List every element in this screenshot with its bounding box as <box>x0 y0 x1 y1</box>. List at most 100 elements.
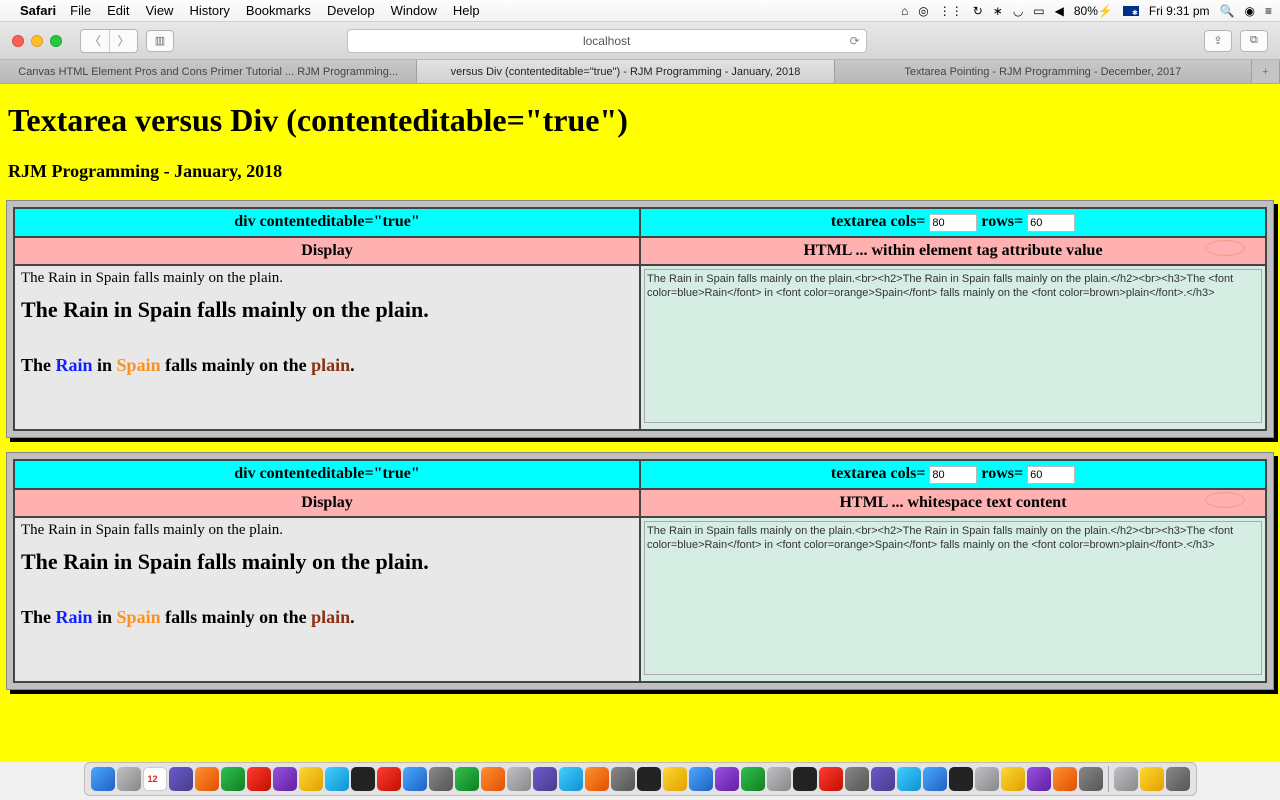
browser-tab[interactable]: Textarea Pointing - RJM Programming - De… <box>835 60 1252 83</box>
dock-app-icon[interactable] <box>559 767 583 791</box>
tabs-button[interactable]: ⧉ <box>1240 30 1268 52</box>
menu-edit[interactable]: Edit <box>107 3 129 18</box>
rows-input[interactable] <box>1027 214 1075 232</box>
dock-app-icon[interactable] <box>975 767 999 791</box>
menu-history[interactable]: History <box>189 3 229 18</box>
bluetooth-icon[interactable]: ∗ <box>993 4 1003 18</box>
dock-app-icon[interactable] <box>923 767 947 791</box>
dock-app-icon[interactable] <box>429 767 453 791</box>
new-tab-button[interactable]: + <box>1252 60 1280 83</box>
dock-app-icon[interactable] <box>1001 767 1025 791</box>
dock-safari-icon[interactable] <box>325 767 349 791</box>
sub-header-right: HTML ... within element tag attribute va… <box>640 237 1266 265</box>
minimize-window-button[interactable] <box>31 35 43 47</box>
contenteditable-div[interactable]: The Rain in Spain falls mainly on the pl… <box>14 517 640 682</box>
html-textarea-bottom[interactable] <box>644 521 1262 675</box>
dock-trash-icon[interactable] <box>1166 767 1190 791</box>
timemachine-icon[interactable]: ↻ <box>973 4 983 18</box>
dock-chrome-icon[interactable] <box>403 767 427 791</box>
col-header-left: div contenteditable="true" <box>14 460 640 489</box>
dock-terminal-icon[interactable] <box>351 767 375 791</box>
dock-app-icon[interactable] <box>637 767 661 791</box>
dock-app-icon[interactable] <box>819 767 843 791</box>
clock[interactable]: Fri 9:31 pm <box>1149 4 1210 18</box>
dock-vlc-icon[interactable] <box>481 767 505 791</box>
browser-tab[interactable]: Canvas HTML Element Pros and Cons Primer… <box>0 60 417 83</box>
sub-header-right: HTML ... whitespace text content <box>640 489 1266 517</box>
browser-tab[interactable]: versus Div (contenteditable="true") - RJ… <box>417 60 834 83</box>
menu-file[interactable]: File <box>70 3 91 18</box>
menu-view[interactable]: View <box>146 3 174 18</box>
menu-window[interactable]: Window <box>391 3 437 18</box>
battery-status[interactable]: 80% ⚡ <box>1074 4 1113 18</box>
nav-buttons: 〈 〉 <box>80 29 138 53</box>
dock-downloads-icon[interactable] <box>1114 767 1138 791</box>
dock-app-icon[interactable] <box>1053 767 1077 791</box>
dock-app-icon[interactable] <box>1079 767 1103 791</box>
dock-app-icon[interactable] <box>1140 767 1164 791</box>
contenteditable-div[interactable]: The Rain in Spain falls mainly on the pl… <box>14 265 640 430</box>
dock-app-icon[interactable] <box>871 767 895 791</box>
wifi-icon[interactable]: ◡ <box>1013 4 1023 18</box>
url-text: localhost <box>583 34 630 48</box>
dock-github-icon[interactable] <box>949 767 973 791</box>
dock-firefox-icon[interactable] <box>585 767 609 791</box>
dock-app-icon[interactable] <box>689 767 713 791</box>
dock-app-icon[interactable] <box>299 767 323 791</box>
dock-app-icon[interactable] <box>715 767 739 791</box>
notifications-icon[interactable]: ≡ <box>1265 4 1272 18</box>
menu-develop[interactable]: Develop <box>327 3 375 18</box>
siri-icon[interactable]: ◉ <box>1245 4 1255 18</box>
rows-input[interactable] <box>1027 466 1075 484</box>
close-window-button[interactable] <box>12 35 24 47</box>
dock-app-icon[interactable] <box>533 767 557 791</box>
menu-help[interactable]: Help <box>453 3 480 18</box>
cols-input[interactable] <box>929 466 977 484</box>
html-textarea-top[interactable] <box>644 269 1262 423</box>
dock-app-icon[interactable] <box>455 767 479 791</box>
dock-app-icon[interactable] <box>845 767 869 791</box>
app-name[interactable]: Safari <box>20 3 56 18</box>
fullscreen-window-button[interactable] <box>50 35 62 47</box>
dock-app-icon[interactable] <box>221 767 245 791</box>
dock-calendar-icon[interactable] <box>143 767 167 791</box>
dock-filezilla-icon[interactable] <box>377 767 401 791</box>
reload-icon[interactable]: ⟳ <box>850 34 860 48</box>
dock-finder-icon[interactable] <box>91 767 115 791</box>
dock-app-icon[interactable] <box>117 767 141 791</box>
flag-icon[interactable] <box>1123 6 1139 16</box>
dock-itunes-icon[interactable] <box>273 767 297 791</box>
dock-app-icon[interactable] <box>793 767 817 791</box>
macos-menubar: Safari File Edit View History Bookmarks … <box>0 0 1280 22</box>
display-line-1: The Rain in Spain falls mainly on the pl… <box>21 522 633 539</box>
dock-app-icon[interactable] <box>247 767 271 791</box>
dock-app-icon[interactable] <box>507 767 531 791</box>
display-icon[interactable]: ▭ <box>1033 4 1044 18</box>
col-header-right: textarea cols= rows= <box>640 208 1266 237</box>
dock-app-icon[interactable] <box>1027 767 1051 791</box>
forward-button[interactable]: 〉 <box>109 30 137 52</box>
address-bar[interactable]: localhost ⟳ <box>347 29 867 53</box>
spotlight-icon[interactable]: 🔍 <box>1220 4 1235 18</box>
dock-app-icon[interactable] <box>611 767 635 791</box>
dock-app-icon[interactable] <box>767 767 791 791</box>
dock-app-icon[interactable] <box>663 767 687 791</box>
share-button[interactable]: ⇪ <box>1204 30 1232 52</box>
menu-bookmarks[interactable]: Bookmarks <box>246 3 311 18</box>
tray-icon[interactable]: ⋮⋮ <box>939 4 963 18</box>
dock-app-icon[interactable] <box>195 767 219 791</box>
cols-input[interactable] <box>929 214 977 232</box>
col-header-right: textarea cols= rows= <box>640 460 1266 489</box>
dock-app-icon[interactable] <box>169 767 193 791</box>
volume-icon[interactable]: ◀ <box>1055 4 1064 18</box>
sidebar-button[interactable]: ▥ <box>146 30 174 52</box>
col-header-left: div contenteditable="true" <box>14 208 640 237</box>
dock <box>0 762 1280 800</box>
display-line-2: The Rain in Spain falls mainly on the pl… <box>21 297 633 323</box>
back-button[interactable]: 〈 <box>81 30 109 52</box>
tray-icon[interactable]: ⌂ <box>901 4 908 18</box>
dock-app-icon[interactable] <box>741 767 765 791</box>
dock-app-icon[interactable] <box>897 767 921 791</box>
display-line-3: The Rain in Spain falls mainly on the pl… <box>21 607 633 628</box>
tray-icon[interactable]: ◎ <box>918 4 928 18</box>
